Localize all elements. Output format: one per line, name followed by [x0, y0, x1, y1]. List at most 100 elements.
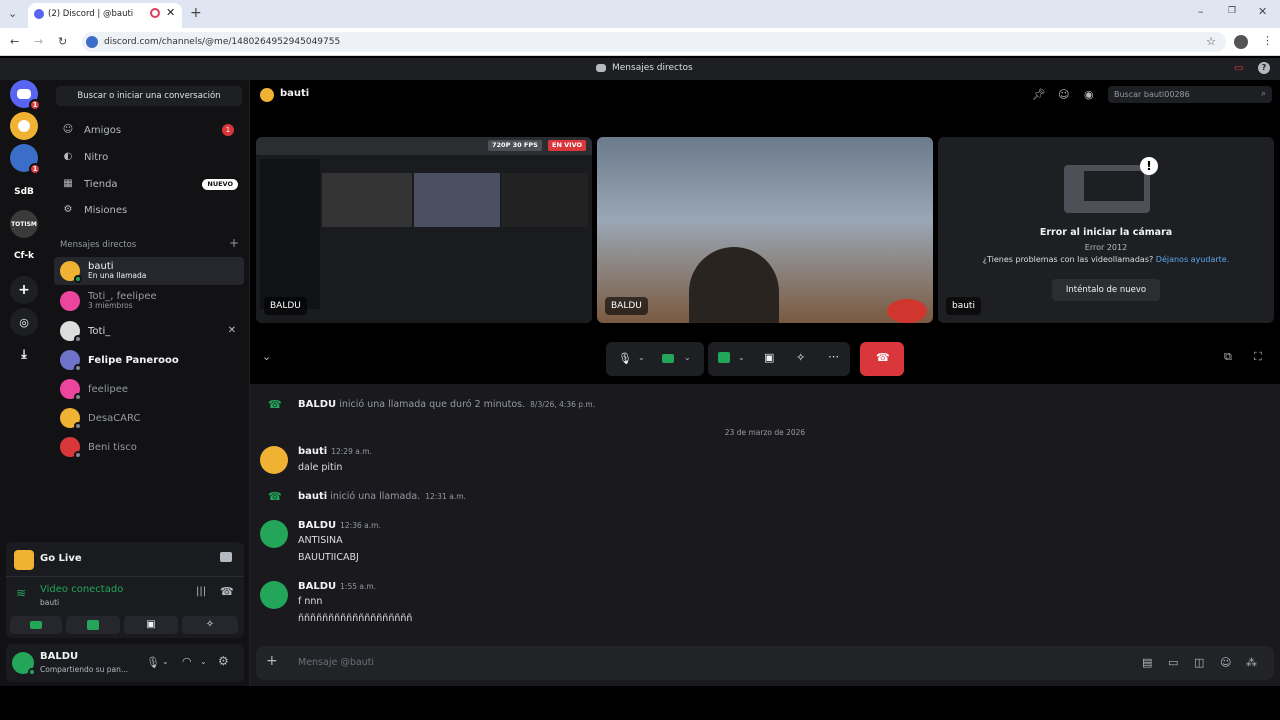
apps-icon[interactable]: ⁂ — [1246, 656, 1257, 669]
dm-item-bauti[interactable]: bauti En una llamada — [54, 257, 244, 285]
author-name[interactable]: bauti — [298, 491, 327, 502]
dm-item-toti[interactable]: Toti_ ✕ — [54, 317, 244, 345]
server-sdb[interactable]: SdB — [10, 178, 38, 206]
reload-icon[interactable]: ↻ — [58, 36, 67, 47]
soundboard-button[interactable]: ✧ — [182, 616, 238, 634]
video-tile-error[interactable]: ! Error al iniciar la cámara Error 2012 … — [938, 137, 1274, 323]
gift-icon[interactable]: ▤ — [1142, 656, 1152, 669]
attach-plus-icon[interactable]: + — [266, 653, 278, 669]
find-conversation-button[interactable]: Buscar o iniciar una conversación — [56, 86, 242, 106]
camera-chevron-icon[interactable]: ⌄ — [684, 353, 691, 362]
browser-tab[interactable]: (2) Discord | @bauti ✕ — [28, 3, 182, 28]
headphones-icon[interactable]: ◠ — [182, 655, 192, 668]
collapse-chevron-icon[interactable]: ⌄ — [262, 350, 271, 363]
dm-name: DesaCARC — [88, 412, 141, 424]
settings-gear-icon[interactable]: ⚙ — [218, 654, 229, 668]
mic-button-icon[interactable]: 🎙︎ — [618, 352, 632, 365]
stop-stream-icon[interactable] — [220, 552, 232, 562]
soundboard-button-icon[interactable]: ✧ — [796, 351, 805, 364]
add-friends-icon[interactable]: ☺ — [1058, 88, 1069, 101]
mic-chevron-icon[interactable]: ⌄ — [638, 353, 645, 362]
back-icon[interactable]: ← — [10, 36, 19, 47]
inbox-icon[interactable]: ▭ — [1234, 63, 1243, 74]
pop-out-icon[interactable]: ⧉ — [1224, 350, 1232, 364]
dm-item-felipe[interactable]: Felipe Panerooo — [54, 346, 244, 374]
message-composer[interactable]: + Mensaje @bauti ▤ ▭ ◫ ☺ ⁂ — [256, 646, 1274, 680]
nav-friends-label: Amigos — [84, 124, 122, 136]
server-totism[interactable]: TOTISM — [10, 210, 38, 238]
create-dm-icon[interactable]: + — [229, 236, 239, 250]
noise-suppression-icon[interactable]: ||| — [196, 586, 206, 597]
sticker-icon[interactable]: ◫ — [1194, 656, 1204, 669]
author-name[interactable]: BALDU — [298, 399, 336, 410]
server-icon-2[interactable]: 1 — [10, 144, 41, 175]
help-link[interactable]: Déjanos ayudarte. — [1156, 255, 1229, 264]
camera-button-icon[interactable] — [662, 354, 674, 363]
url-field[interactable]: discord.com/channels/@me/148026495294504… — [82, 32, 1226, 52]
avatar[interactable] — [260, 581, 288, 609]
home-dm-button[interactable]: 1 — [10, 80, 41, 111]
activities-button-icon[interactable]: ▣ — [764, 351, 774, 364]
author-name[interactable]: bauti — [298, 446, 327, 457]
profile-avatar[interactable] — [1234, 35, 1248, 49]
close-dm-icon[interactable]: ✕ — [228, 325, 236, 336]
user-avatar[interactable] — [12, 652, 36, 676]
nav-friends[interactable]: ☺ Amigos 1 — [54, 118, 244, 142]
activities-button[interactable]: ▣ — [124, 616, 178, 634]
audio-options-chevron-icon[interactable]: ⌄ — [200, 657, 207, 666]
download-icon[interactable]: ⤓ — [10, 340, 38, 368]
nav-quests-label: Misiones — [84, 204, 128, 216]
disconnect-icon[interactable]: ☎ — [220, 585, 234, 598]
hang-up-button[interactable]: ☎ — [860, 342, 904, 376]
minimize-icon[interactable]: – — [1198, 6, 1204, 17]
dm-item-group[interactable]: Toti_, feelipee 3 miembros — [54, 287, 244, 315]
nav-shop[interactable]: ▦ Tienda NUEVO — [54, 172, 244, 196]
dm-item-beni[interactable]: Beni tisco — [54, 433, 244, 461]
dm-item-desacarc[interactable]: DesaCARC — [54, 404, 244, 432]
screen-share-toggle[interactable] — [66, 616, 120, 634]
discover-icon[interactable]: ◎ — [10, 308, 38, 336]
server-icon-1[interactable] — [10, 112, 38, 140]
new-tab-icon[interactable]: + — [190, 6, 202, 20]
avatar[interactable] — [260, 520, 288, 548]
close-tab-icon[interactable]: ✕ — [166, 6, 175, 19]
close-window-icon[interactable]: ✕ — [1258, 6, 1267, 17]
site-info-icon[interactable] — [86, 36, 98, 48]
video-tile-camera[interactable]: BALDU — [597, 137, 933, 323]
timestamp: 12:29 a.m. — [331, 447, 372, 456]
avatar[interactable] — [260, 446, 288, 474]
pinned-icon[interactable]: 📌︎ — [1032, 88, 1046, 101]
retry-button[interactable]: Inténtalo de nuevo — [1052, 279, 1160, 301]
nav-nitro[interactable]: ◐ Nitro — [54, 145, 244, 169]
author-name[interactable]: BALDU — [298, 581, 336, 592]
emoji-icon[interactable]: ☺ — [1220, 656, 1231, 669]
notification-badge: 1 — [29, 99, 41, 111]
video-tile-screenshare[interactable]: 720P 30 FPS EN VIVO BALDU — [256, 137, 592, 323]
nav-nitro-label: Nitro — [84, 151, 109, 163]
dm-header: Mensajes directos — [60, 240, 137, 250]
fullscreen-icon[interactable]: ⛶ — [1254, 350, 1262, 364]
user-profile-icon[interactable]: ◉ — [1084, 88, 1094, 101]
author-name[interactable]: BALDU — [298, 520, 336, 531]
bookmark-star-icon[interactable]: ☆ — [1206, 32, 1216, 52]
screenshare-button-icon[interactable] — [718, 352, 730, 363]
search-input[interactable]: Buscar bauti00286 ⌕ — [1108, 86, 1272, 103]
add-server-icon[interactable]: + — [10, 276, 38, 304]
restore-icon[interactable]: ❐ — [1228, 7, 1236, 16]
dm-item-feelipee[interactable]: feelipee — [54, 375, 244, 403]
browser-menu-icon[interactable]: ⋮ — [1262, 35, 1273, 46]
nav-quests[interactable]: ⚙ Misiones — [54, 198, 244, 222]
forward-icon[interactable]: → — [34, 36, 43, 47]
screenshare-chevron-icon[interactable]: ⌄ — [738, 353, 745, 362]
camera-toggle[interactable] — [10, 616, 62, 634]
more-options-icon[interactable]: ⋯ — [828, 350, 839, 363]
mic-icon[interactable]: 🎙︎ — [146, 656, 160, 669]
server-cfk[interactable]: Cf-k — [10, 242, 38, 270]
tab-list-icon[interactable]: ⌄ — [8, 8, 17, 19]
gif-icon[interactable]: ▭ — [1168, 656, 1178, 669]
screen-share-icon — [87, 620, 99, 630]
mic-options-chevron-icon[interactable]: ⌄ — [162, 657, 169, 666]
help-icon[interactable]: ? — [1258, 62, 1270, 74]
shared-screen-tile — [502, 173, 588, 227]
url-text: discord.com/channels/@me/148026495294504… — [104, 37, 341, 47]
